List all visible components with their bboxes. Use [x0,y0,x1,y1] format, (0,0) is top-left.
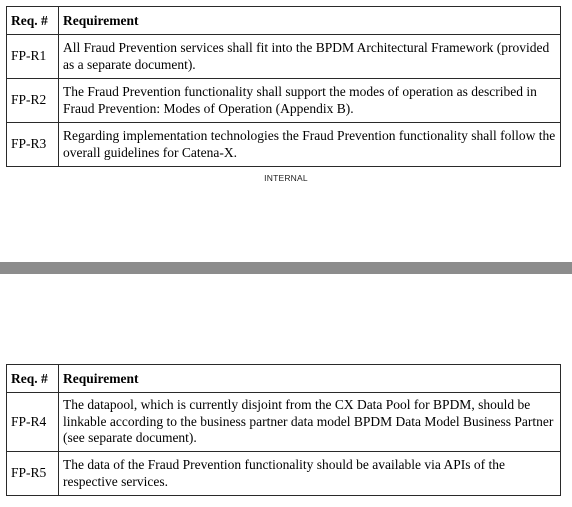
table-row: FP-R3 Regarding implementation technolog… [6,122,561,167]
requirement-id: FP-R5 [6,451,59,496]
requirement-text: The data of the Fraud Prevention functio… [58,451,561,496]
column-header-req-number: Req. # [6,6,59,35]
table-row: FP-R4 The datapool, which is currently d… [6,392,561,452]
column-header-req-number: Req. # [6,364,59,393]
requirement-id: FP-R1 [6,34,59,79]
requirements-table-1: Req. # Requirement FP-R1 All Fraud Preve… [6,6,561,167]
table-header-row: Req. # Requirement [6,364,561,393]
table-header-row: Req. # Requirement [6,6,561,35]
page-separator [0,262,572,274]
requirement-text: The datapool, which is currently disjoin… [58,392,561,452]
requirement-text: All Fraud Prevention services shall fit … [58,34,561,79]
requirement-id: FP-R4 [6,392,59,452]
column-header-requirement: Requirement [58,6,561,35]
requirements-table-2: Req. # Requirement FP-R4 The datapool, w… [6,364,561,496]
requirement-id: FP-R2 [6,78,59,123]
table-row: FP-R5 The data of the Fraud Prevention f… [6,451,561,496]
classification-label: INTERNAL [264,173,308,183]
requirement-text: Regarding implementation technologies th… [58,122,561,167]
column-header-requirement: Requirement [58,364,561,393]
table-row: FP-R1 All Fraud Prevention services shal… [6,34,561,79]
table-row: FP-R2 The Fraud Prevention functionality… [6,78,561,123]
requirement-text: The Fraud Prevention functionality shall… [58,78,561,123]
requirement-id: FP-R3 [6,122,59,167]
